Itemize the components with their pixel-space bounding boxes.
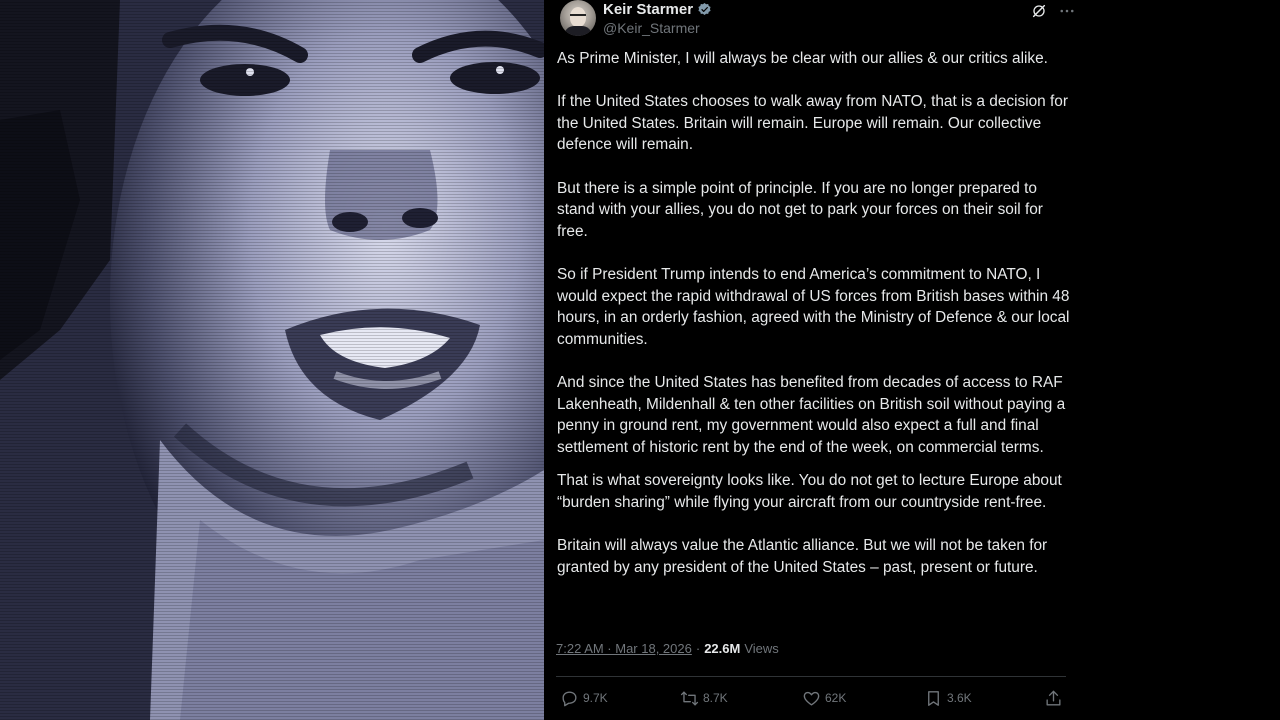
reply-count: 9.7K <box>583 691 608 705</box>
share-icon <box>1044 689 1063 708</box>
reply-button[interactable]: 9.7K <box>560 689 608 708</box>
more-icon[interactable] <box>1058 2 1076 20</box>
tweet-actions-bar: 9.7K 8.7K 62K 3.6K <box>556 686 1070 710</box>
repost-button[interactable]: 8.7K <box>680 689 728 708</box>
repost-count: 8.7K <box>703 691 728 705</box>
bookmark-count: 3.6K <box>947 691 972 705</box>
like-count: 62K <box>825 691 847 705</box>
tweet-meta: 7:22 AM · Mar 18, 2026 · 22.6M Views <box>556 641 779 656</box>
verified-badge-icon <box>697 2 712 17</box>
tweet-paragraph: And since the United States has benefite… <box>557 373 1070 456</box>
tweet-text: As Prime Minister, I will always be clea… <box>557 48 1073 600</box>
reply-icon <box>560 689 579 708</box>
tweet-paragraph: If the United States chooses to walk awa… <box>557 93 1073 154</box>
tweet-paragraph: So if President Trump intends to end Ame… <box>557 265 1074 348</box>
tweet-paragraph: As Prime Minister, I will always be clea… <box>557 50 1048 67</box>
like-button[interactable]: 62K <box>802 689 846 708</box>
heart-icon <box>802 689 821 708</box>
portrait-photo <box>0 0 544 720</box>
bookmark-button[interactable]: 3.6K <box>924 689 972 708</box>
repost-icon <box>680 689 699 708</box>
author-name[interactable]: Keir Starmer <box>603 1 693 18</box>
tweet-paragraph: Britain will always value the Atlantic a… <box>557 537 1052 576</box>
header-actions <box>1030 2 1076 20</box>
author-name-row: Keir Starmer <box>603 1 712 18</box>
tweet-paragraph: But there is a simple point of principle… <box>557 179 1048 240</box>
tweet-timestamp[interactable]: 7:22 AM · Mar 18, 2026 <box>556 641 692 656</box>
views-count: 22.6M <box>704 641 741 656</box>
meta-separator: · <box>695 641 701 656</box>
bookmark-icon <box>924 689 943 708</box>
share-button[interactable] <box>1044 689 1063 708</box>
divider <box>556 676 1066 677</box>
tweet-card: Keir Starmer @Keir_Starmer As Prime Mini… <box>544 0 1280 720</box>
author-avatar[interactable] <box>560 0 596 36</box>
video-frame: Keir Starmer @Keir_Starmer As Prime Mini… <box>0 0 1280 720</box>
tweet-paragraph: That is what sovereignty looks like. You… <box>557 472 1067 511</box>
author-handle[interactable]: @Keir_Starmer <box>603 20 700 36</box>
views-label: Views <box>744 641 779 656</box>
grok-icon[interactable] <box>1030 2 1048 20</box>
